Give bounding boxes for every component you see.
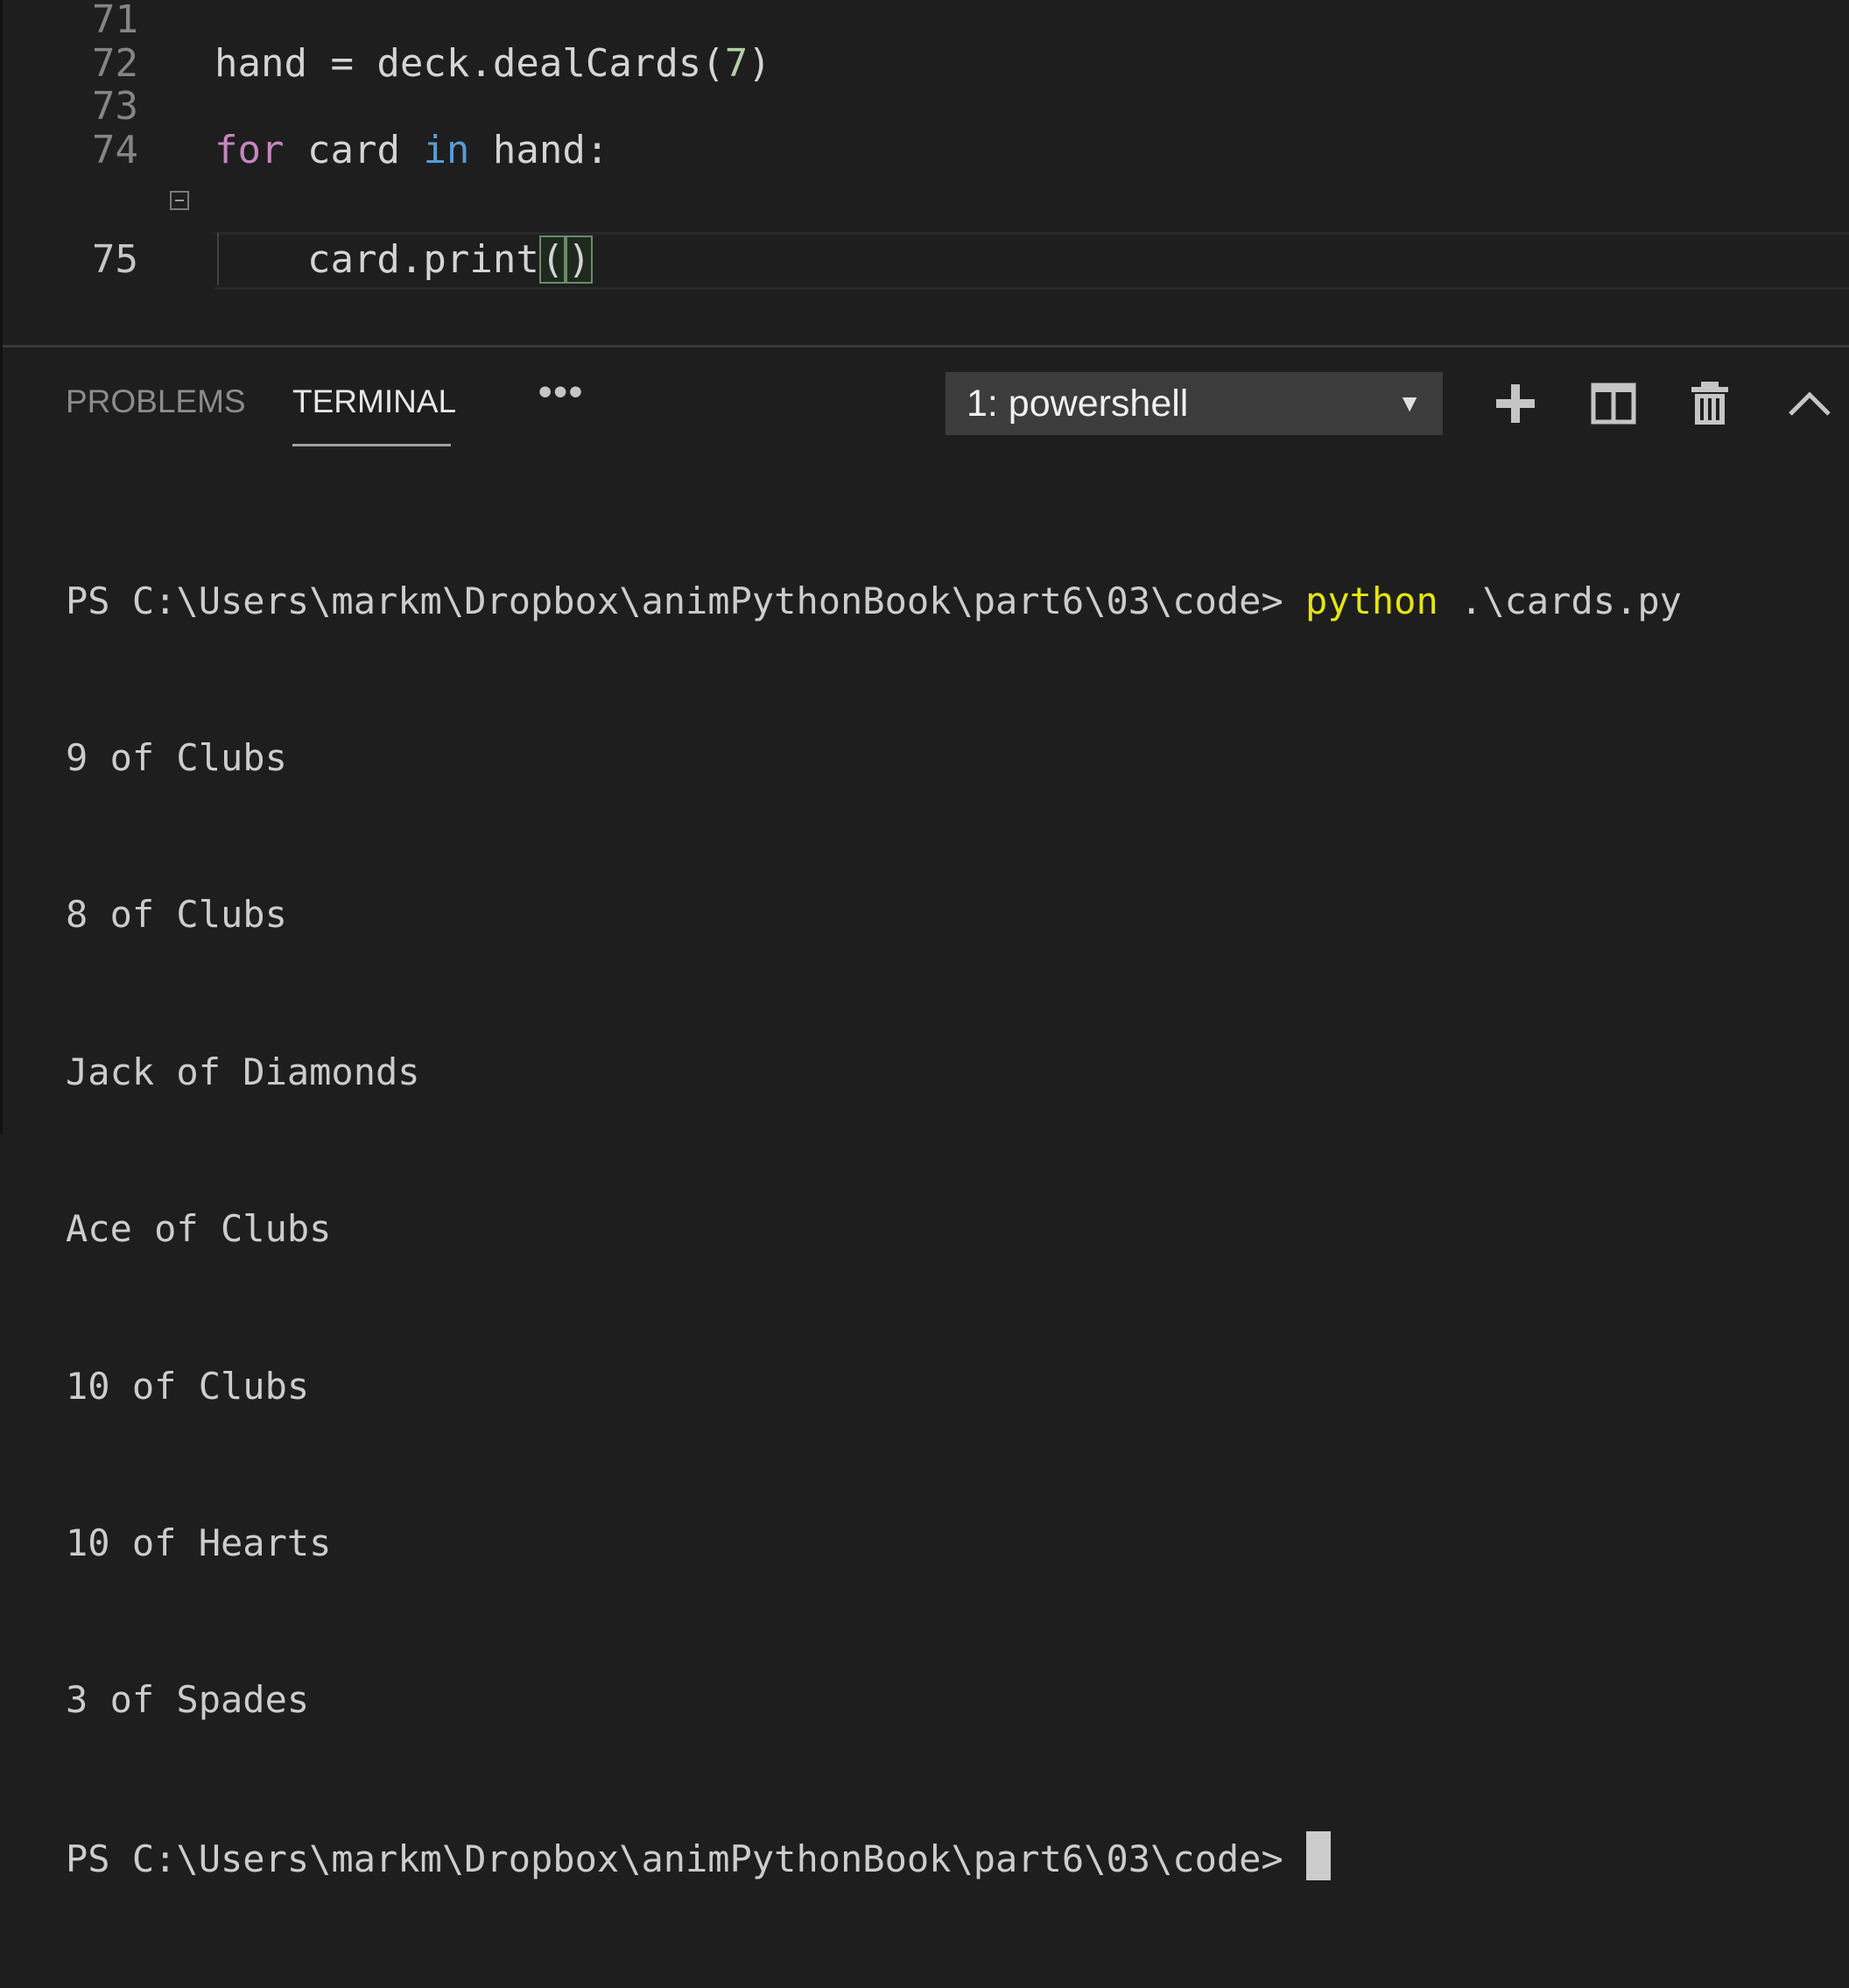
bottom-panel: PROBLEMS TERMINAL ••• 1: powershell ▼ PS… bbox=[3, 348, 1849, 1880]
terminal-prompt-line[interactable]: PS C:\Users\markm\Dropbox\animPythonBook… bbox=[66, 1830, 1849, 1884]
more-actions-button[interactable]: ••• bbox=[538, 370, 584, 414]
tab-problems[interactable]: PROBLEMS bbox=[66, 383, 246, 421]
terminal-command-line: PS C:\Users\markm\Dropbox\animPythonBook… bbox=[66, 575, 1849, 628]
dropdown-arrow-icon: ▼ bbox=[1397, 390, 1422, 417]
terminal-command-args: .\cards.py bbox=[1438, 579, 1682, 622]
code-token: card bbox=[284, 128, 424, 172]
terminal-output-line: 10 of Hearts bbox=[66, 1521, 332, 1564]
terminal-prompt: PS C:\Users\markm\Dropbox\animPythonBook… bbox=[66, 579, 1306, 622]
line-number: 75 bbox=[92, 237, 138, 282]
terminal-output-line: Jack of Diamonds bbox=[66, 1050, 420, 1093]
plus-icon[interactable] bbox=[1491, 379, 1540, 428]
terminal-command-keyword: python bbox=[1305, 579, 1438, 622]
active-tab-indicator bbox=[292, 444, 451, 446]
code-text[interactable]: card.print() bbox=[214, 231, 593, 289]
terminal-selector[interactable]: 1: powershell ▼ bbox=[946, 372, 1443, 435]
code-line[interactable]: 74 for card in hand: bbox=[3, 122, 1849, 179]
tab-terminal[interactable]: TERMINAL bbox=[292, 383, 456, 421]
fold-collapse-icon[interactable] bbox=[170, 191, 189, 210]
terminal-output-line: 9 of Clubs bbox=[66, 735, 287, 779]
code-editor[interactable]: 71 72 hand = deck.dealCards(7) 73 74 for… bbox=[3, 0, 1849, 346]
line-number: 74 bbox=[92, 128, 138, 172]
split-terminal-icon[interactable] bbox=[1589, 379, 1638, 428]
terminal-output-line: 10 of Clubs bbox=[66, 1364, 310, 1408]
code-line[interactable]: 75 card.print() bbox=[3, 231, 1849, 289]
terminal-output-line: 8 of Clubs bbox=[66, 893, 287, 937]
code-token: card.print bbox=[214, 237, 539, 282]
code-token: in bbox=[423, 128, 470, 172]
chevron-up-icon[interactable] bbox=[1785, 379, 1834, 428]
terminal-output[interactable]: PS C:\Users\markm\Dropbox\animPythonBook… bbox=[66, 470, 1849, 1988]
code-token: hand: bbox=[469, 128, 609, 172]
code-token: ( bbox=[538, 235, 566, 284]
terminal-selector-value: 1: powershell bbox=[967, 383, 1189, 425]
code-text[interactable]: for card in hand: bbox=[214, 122, 608, 179]
trash-icon[interactable] bbox=[1685, 379, 1734, 428]
terminal-prompt: PS C:\Users\markm\Dropbox\animPythonBook… bbox=[66, 1837, 1283, 1880]
terminal-cursor bbox=[1305, 1830, 1331, 1880]
terminal-output-line: Ace of Clubs bbox=[66, 1207, 332, 1251]
code-token: for bbox=[214, 128, 285, 172]
code-token: ) bbox=[566, 235, 593, 284]
terminal-output-line: 3 of Spades bbox=[66, 1678, 310, 1722]
